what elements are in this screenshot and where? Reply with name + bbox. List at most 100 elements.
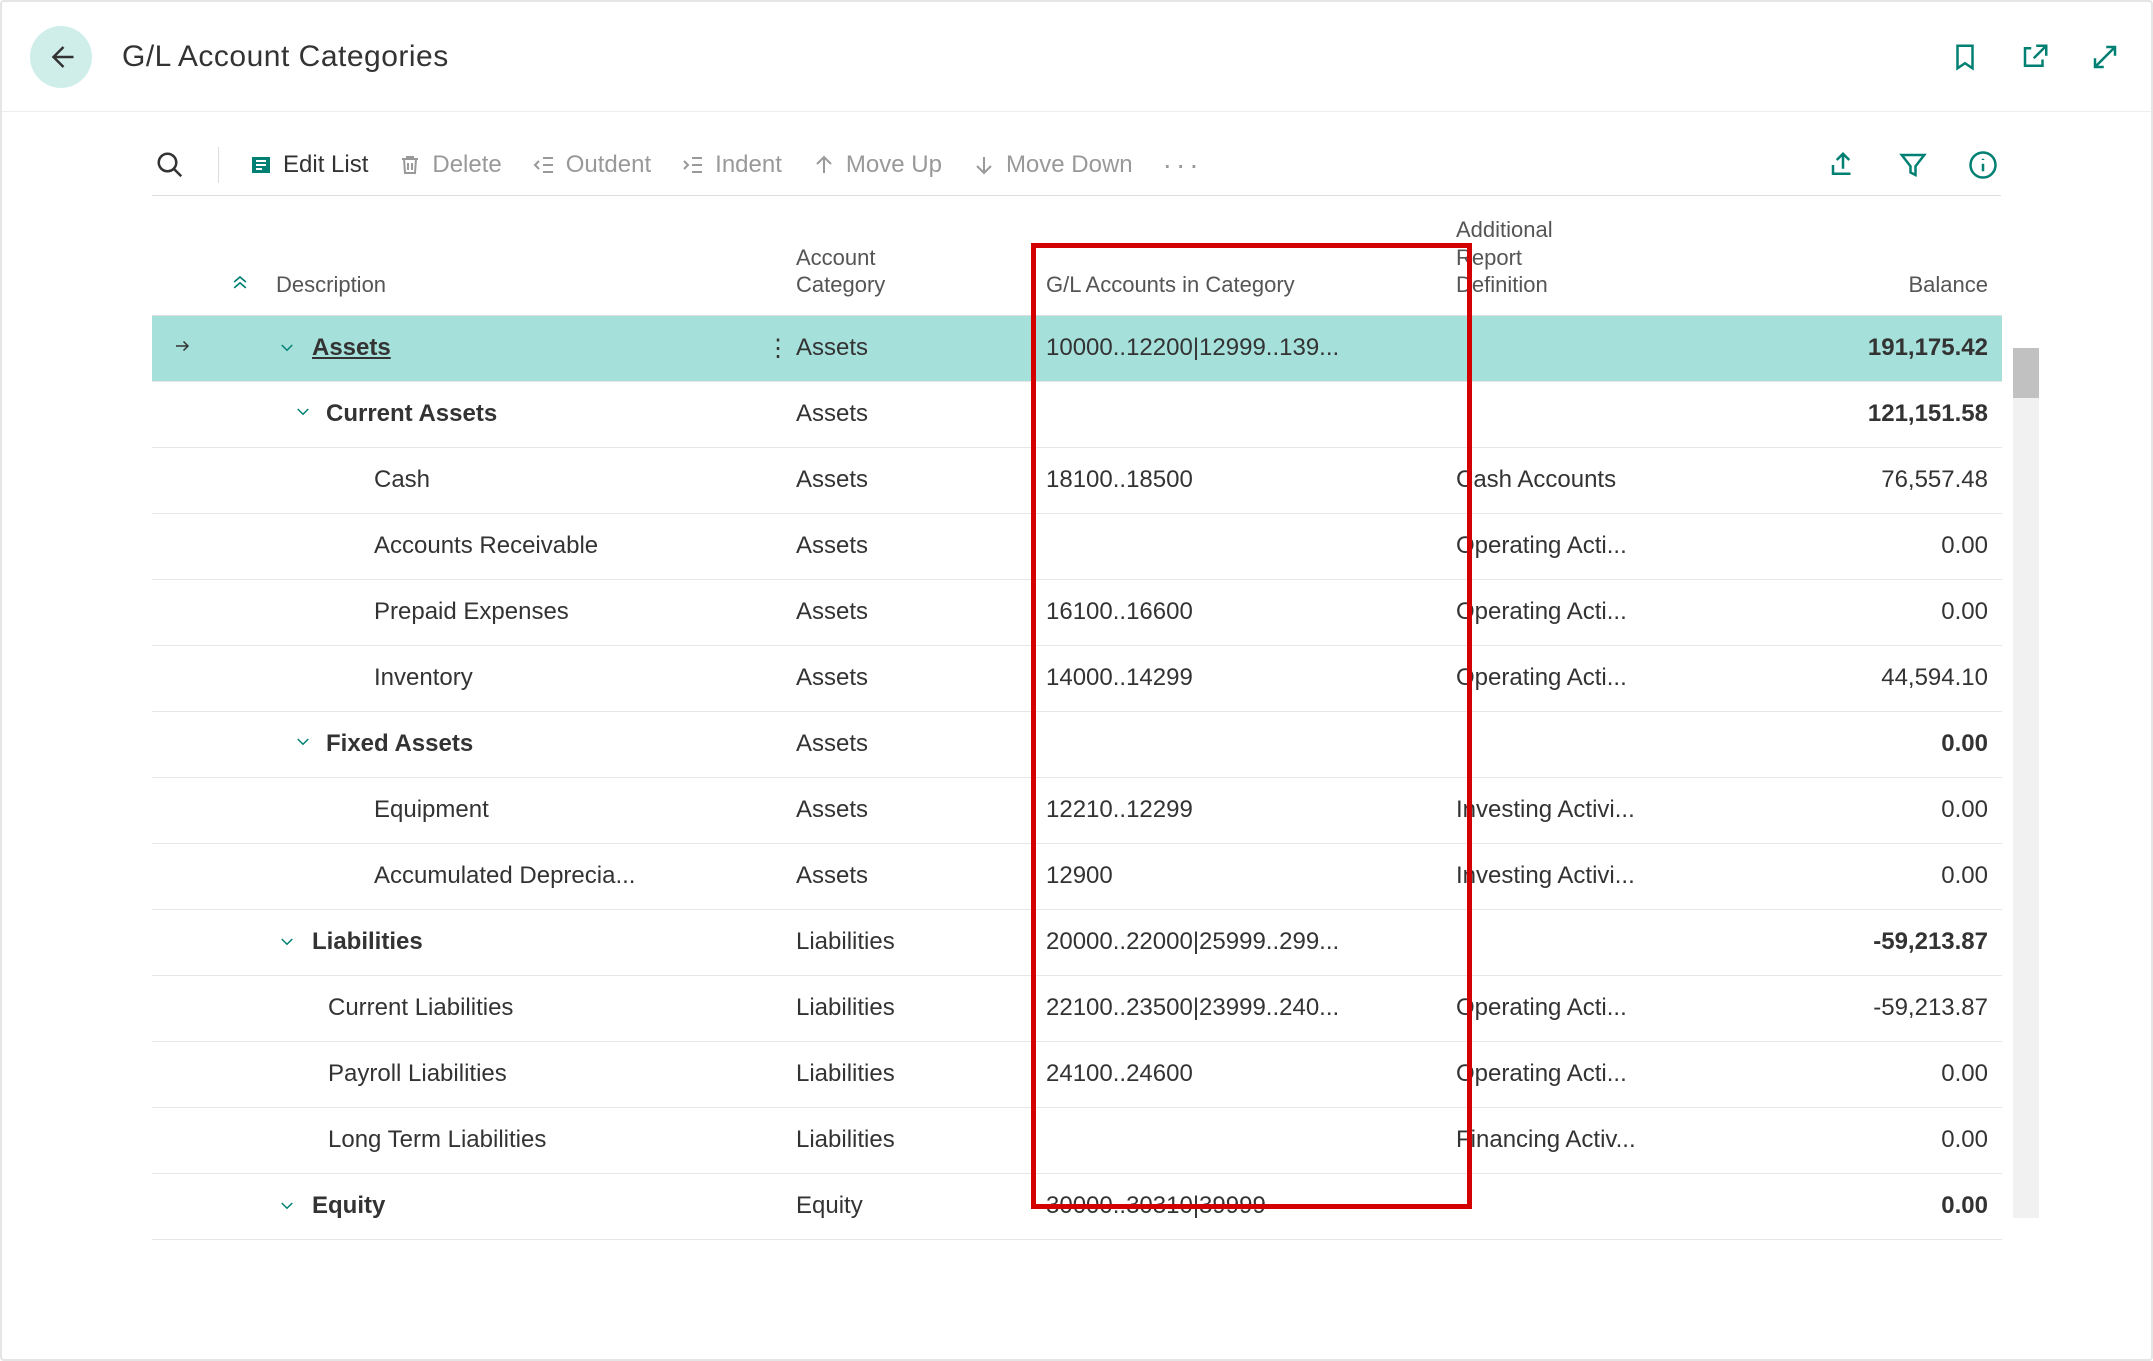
category-cell[interactable]: Assets <box>782 579 1032 645</box>
balance-cell[interactable]: 0.00 <box>1702 1107 2002 1173</box>
description-cell[interactable]: Cash <box>262 447 752 513</box>
back-button[interactable] <box>30 26 92 88</box>
chevron-down-icon[interactable] <box>292 401 314 423</box>
gl-accounts-cell[interactable]: 20000..22000|25999..299... <box>1032 909 1442 975</box>
table-row[interactable]: InventoryAssets14000..14299Operating Act… <box>152 645 2002 711</box>
description-cell[interactable]: Assets <box>262 315 752 381</box>
category-cell[interactable]: Assets <box>782 645 1032 711</box>
table-row[interactable]: Long Term Liabilities Liabilities Financin… <box>152 1107 2002 1173</box>
vertical-scrollbar[interactable] <box>2013 348 2039 1218</box>
report-def-cell[interactable]: Financing Activ... <box>1442 1107 1702 1173</box>
bookmark-button[interactable] <box>1947 39 1983 75</box>
gl-accounts-cell[interactable] <box>1032 711 1442 777</box>
description-cell[interactable]: Accounts Receivable <box>262 513 752 579</box>
gl-accounts-cell[interactable]: 24100..24600 <box>1032 1041 1442 1107</box>
report-def-cell[interactable] <box>1442 909 1702 975</box>
delete-button[interactable]: Delete <box>398 151 501 179</box>
category-header[interactable]: Account Category <box>782 206 1032 315</box>
report-def-cell[interactable]: Operating Acti... <box>1442 579 1702 645</box>
table-row[interactable]: CashAssets18100..18500Cash Accounts76,55… <box>152 447 2002 513</box>
balance-cell[interactable]: 0.00 <box>1702 843 2002 909</box>
description-cell[interactable]: Prepaid Expenses <box>262 579 752 645</box>
report-def-header[interactable]: Additional Report Definition <box>1442 206 1702 315</box>
move-up-button[interactable]: Move Up <box>812 151 942 179</box>
search-button[interactable] <box>152 147 188 183</box>
expand-cell[interactable] <box>212 909 262 975</box>
balance-cell[interactable]: 0.00 <box>1702 513 2002 579</box>
table-row[interactable]: Accounts Receivable Assets Operating Acti.… <box>152 513 2002 579</box>
report-def-cell[interactable]: Cash Accounts <box>1442 447 1702 513</box>
gl-accounts-cell[interactable]: 16100..16600 <box>1032 579 1442 645</box>
table-row[interactable]: LiabilitiesLiabilities20000..22000|25999… <box>152 909 2002 975</box>
gl-accounts-cell[interactable] <box>1032 1107 1442 1173</box>
outdent-button[interactable]: Outdent <box>532 151 651 179</box>
category-cell[interactable]: Assets <box>782 381 1032 447</box>
balance-cell[interactable]: 0.00 <box>1702 711 2002 777</box>
description-cell[interactable]: Accumulated Deprecia... <box>262 843 752 909</box>
category-cell[interactable]: Assets <box>782 777 1032 843</box>
description-cell[interactable]: Current Liabilities <box>262 975 752 1041</box>
gl-accounts-cell[interactable]: 18100..18500 <box>1032 447 1442 513</box>
gl-accounts-cell[interactable] <box>1032 513 1442 579</box>
expand-button[interactable] <box>2087 39 2123 75</box>
balance-cell[interactable]: 0.00 <box>1702 579 2002 645</box>
chevron-down-icon[interactable] <box>276 1195 298 1217</box>
balance-cell[interactable]: 0.00 <box>1702 777 2002 843</box>
category-cell[interactable]: Liabilities <box>782 975 1032 1041</box>
gl-accounts-cell[interactable]: 30000..30310|39999 <box>1032 1173 1442 1239</box>
category-cell[interactable]: Equity <box>782 1173 1032 1239</box>
gl-accounts-cell[interactable]: 12210..12299 <box>1032 777 1442 843</box>
gl-accounts-cell[interactable]: 10000..12200|12999..139... <box>1032 315 1442 381</box>
report-def-cell[interactable] <box>1442 381 1702 447</box>
table-row[interactable]: Fixed Assets Assets 0.00 <box>152 711 2002 777</box>
report-def-cell[interactable]: Operating Acti... <box>1442 513 1702 579</box>
more-actions-button[interactable]: ··· <box>1163 149 1203 181</box>
filter-button[interactable] <box>1895 147 1931 183</box>
gl-accounts-cell[interactable]: 12900 <box>1032 843 1442 909</box>
balance-cell[interactable]: 0.00 <box>1702 1041 2002 1107</box>
table-row[interactable]: Assets⋮Assets10000..12200|12999..139...1… <box>152 315 2002 381</box>
chevron-down-icon[interactable] <box>292 731 314 753</box>
table-row[interactable]: Current AssetsAssets121,151.58 <box>152 381 2002 447</box>
chevron-down-icon[interactable] <box>276 337 298 359</box>
balance-cell[interactable]: 191,175.42 <box>1702 315 2002 381</box>
table-row[interactable]: Current LiabilitiesLiabilities22100..235… <box>152 975 2002 1041</box>
row-menu-button[interactable]: ⋮ <box>752 315 782 381</box>
chevron-down-icon[interactable] <box>276 931 298 953</box>
description-cell[interactable]: Equity <box>262 1173 752 1239</box>
report-def-cell[interactable]: Investing Activi... <box>1442 843 1702 909</box>
category-cell[interactable]: Assets <box>782 513 1032 579</box>
balance-cell[interactable]: -59,213.87 <box>1702 909 2002 975</box>
category-cell[interactable]: Assets <box>782 843 1032 909</box>
expand-cell[interactable] <box>212 1173 262 1239</box>
popout-button[interactable] <box>2017 39 2053 75</box>
category-cell[interactable]: Liabilities <box>782 909 1032 975</box>
report-def-cell[interactable] <box>1442 315 1702 381</box>
description-cell[interactable]: Long Term Liabilities <box>262 1107 752 1173</box>
table-row[interactable]: Equipment Assets12210..12299Investing Act… <box>152 777 2002 843</box>
description-cell[interactable]: Liabilities <box>262 909 752 975</box>
indent-button[interactable]: Indent <box>681 151 782 179</box>
balance-cell[interactable]: 0.00 <box>1702 1173 2002 1239</box>
table-row[interactable]: Accumulated Deprecia... Assets12900Invest… <box>152 843 2002 909</box>
balance-cell[interactable]: 121,151.58 <box>1702 381 2002 447</box>
category-cell[interactable]: Liabilities <box>782 1041 1032 1107</box>
info-button[interactable] <box>1965 147 2001 183</box>
edit-list-button[interactable]: Edit List <box>249 151 368 179</box>
description-cell[interactable]: Fixed Assets <box>262 711 752 777</box>
collapse-all-header[interactable] <box>212 206 262 315</box>
balance-header[interactable]: Balance <box>1702 206 2002 315</box>
description-cell[interactable]: Payroll Liabilities <box>262 1041 752 1107</box>
description-cell[interactable]: Inventory <box>262 645 752 711</box>
report-def-cell[interactable]: Investing Activi... <box>1442 777 1702 843</box>
category-cell[interactable]: Assets <box>782 711 1032 777</box>
gl-accounts-header[interactable]: G/L Accounts in Category <box>1032 206 1442 315</box>
category-cell[interactable]: Liabilities <box>782 1107 1032 1173</box>
table-row[interactable]: Prepaid Expenses Assets16100..16600Operat… <box>152 579 2002 645</box>
report-def-cell[interactable] <box>1442 711 1702 777</box>
description-cell[interactable]: Equipment <box>262 777 752 843</box>
report-def-cell[interactable] <box>1442 1173 1702 1239</box>
move-down-button[interactable]: Move Down <box>972 151 1133 179</box>
balance-cell[interactable]: -59,213.87 <box>1702 975 2002 1041</box>
report-def-cell[interactable]: Operating Acti... <box>1442 1041 1702 1107</box>
